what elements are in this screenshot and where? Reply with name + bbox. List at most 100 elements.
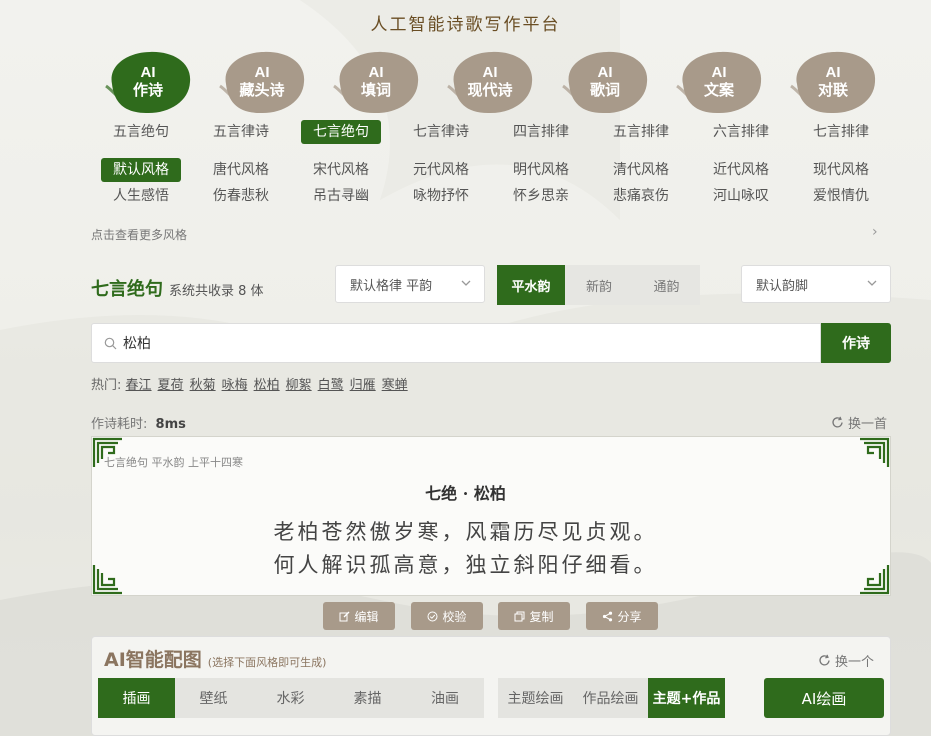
category-7[interactable]: AI 对联 — [787, 46, 879, 118]
rhyme-foot-select[interactable]: 默认韵脚 — [741, 265, 891, 303]
timing: 作诗耗时: 8ms — [91, 413, 186, 432]
timing-label: 作诗耗时: — [91, 417, 148, 432]
search-input[interactable] — [117, 334, 775, 352]
refresh-image-button[interactable]: 换一个 — [818, 651, 874, 670]
style-option[interactable]: 宋代风格 — [301, 158, 381, 182]
image-style-tab[interactable]: 插画 — [98, 678, 175, 718]
timing-value: 8ms — [155, 417, 186, 432]
form-title: 七言绝句 — [91, 279, 163, 300]
style-option[interactable]: 元代风格 — [401, 158, 481, 182]
rhyme-tab-xin[interactable]: 新韵 — [565, 265, 633, 305]
more-styles-link[interactable]: 点击查看更多风格 — [91, 226, 187, 243]
image-mode-tab[interactable]: 主题+作品 — [648, 678, 725, 718]
hot-topic-link[interactable]: 松柏 — [254, 378, 280, 393]
search-box — [91, 323, 821, 363]
form-count: 系统共收录 8 体 — [169, 284, 264, 299]
theme-option[interactable]: 咏物抒怀 — [401, 184, 481, 208]
category-label: AI 现代诗 — [467, 64, 513, 99]
edit-icon — [339, 611, 350, 621]
category-label: AI 作诗 — [132, 64, 163, 99]
form-tab[interactable]: 五言排律 — [601, 120, 681, 144]
theme-option[interactable]: 吊古寻幽 — [301, 184, 381, 208]
form-tab[interactable]: 七言绝句 — [301, 120, 381, 144]
copy-button[interactable]: 复制 — [498, 602, 570, 630]
form-tab[interactable]: 五言绝句 — [101, 120, 181, 144]
category-3[interactable]: AI 填词 — [330, 46, 422, 118]
hot-topic-link[interactable]: 咏梅 — [222, 378, 248, 393]
poem-line: 老柏苍然傲岁寒，风霜历尽见贞观。 — [273, 520, 658, 544]
hot-topic-link[interactable]: 春江 — [126, 378, 152, 393]
image-style-tab[interactable]: 壁纸 — [175, 678, 252, 718]
share-icon — [603, 611, 613, 621]
category-label: AI 藏头诗 — [239, 64, 285, 99]
meter-select[interactable]: 默认格律 平韵 — [335, 265, 485, 303]
category-2[interactable]: AI 藏头诗 — [216, 46, 308, 118]
style-option[interactable]: 近代风格 — [701, 158, 781, 182]
refresh-poem-button[interactable]: 换一首 — [831, 413, 887, 432]
image-mode-tab[interactable]: 主题绘画 — [498, 678, 573, 718]
rhyme-tab-tong[interactable]: 通韵 — [633, 265, 700, 305]
corner-ornament-icon — [860, 437, 890, 467]
style-option[interactable]: 清代风格 — [601, 158, 681, 182]
form-tab[interactable]: 五言律诗 — [201, 120, 281, 144]
site-title: 人工智能诗歌写作平台 — [370, 15, 561, 35]
ai-image-title: AI智能配图 — [104, 649, 202, 671]
category-label: AI 对联 — [817, 64, 848, 99]
search-icon — [104, 337, 117, 349]
form-tab[interactable]: 七言律诗 — [401, 120, 481, 144]
hot-topic-link[interactable]: 柳絮 — [286, 378, 312, 393]
category-label: AI 文案 — [703, 64, 734, 99]
category-4[interactable]: AI 现代诗 — [444, 46, 536, 118]
ai-image-tip: (选择下面风格即可生成) — [207, 656, 327, 669]
image-mode-tab[interactable]: 作品绘画 — [573, 678, 648, 718]
category-label: AI 歌词 — [589, 64, 620, 99]
theme-option[interactable]: 人生感悟 — [101, 184, 181, 208]
category-1[interactable]: AI 作诗 — [102, 46, 194, 118]
copy-icon — [514, 611, 525, 621]
style-option[interactable]: 唐代风格 — [201, 158, 281, 182]
category-6[interactable]: AI 文案 — [673, 46, 765, 118]
chevron-down-icon — [461, 280, 471, 286]
category-label: AI 填词 — [360, 64, 391, 99]
ai-draw-button[interactable]: AI绘画 — [764, 678, 884, 718]
chevron-down-icon — [867, 280, 877, 286]
style-option[interactable]: 默认风格 — [101, 158, 181, 182]
check-button[interactable]: 校验 — [411, 602, 483, 630]
image-mode-tabs: 主题绘画 作品绘画 主题+作品 — [498, 678, 725, 718]
hot-topic-link[interactable]: 寒蝉 — [382, 378, 408, 393]
category-5[interactable]: AI 歌词 — [559, 46, 651, 118]
rhyme-tabs: 平水韵 新韵 通韵 — [497, 265, 700, 305]
form-header: 七言绝句 系统共收录 8 体 — [91, 275, 264, 301]
hot-topics: 热门: 春江 夏荷 秋菊 咏梅 松柏 柳絮 白鹭 归雁 寒蝉 — [91, 374, 414, 393]
style-option[interactable]: 现代风格 — [801, 158, 881, 182]
hot-topic-link[interactable]: 白鹭 — [318, 378, 344, 393]
image-style-tab[interactable]: 油画 — [406, 678, 484, 718]
rhyme-tab-pingshui[interactable]: 平水韵 — [497, 265, 565, 305]
form-tab[interactable]: 四言排律 — [501, 120, 581, 144]
check-circle-icon — [427, 611, 438, 621]
refresh-icon — [832, 416, 843, 428]
theme-option[interactable]: 爱恨情仇 — [801, 184, 881, 208]
hot-label: 热门: — [91, 378, 122, 393]
image-style-tabs: 插画 壁纸 水彩 素描 油画 — [98, 678, 484, 718]
form-tab[interactable]: 七言排律 — [801, 120, 881, 144]
theme-option[interactable]: 伤春悲秋 — [201, 184, 281, 208]
image-style-tab[interactable]: 素描 — [329, 678, 406, 718]
compose-button[interactable]: 作诗 — [821, 323, 891, 363]
meter-select-value: 默认格律 平韵 — [350, 278, 433, 294]
hot-topic-link[interactable]: 夏荷 — [158, 378, 184, 393]
style-option[interactable]: 明代风格 — [501, 158, 581, 182]
theme-option[interactable]: 怀乡思亲 — [501, 184, 581, 208]
poem-title: 七绝 · 松柏 — [425, 484, 506, 503]
edit-button[interactable]: 编辑 — [323, 602, 395, 630]
hot-topic-link[interactable]: 归雁 — [350, 378, 376, 393]
poem-line: 何人解识孤高意，独立斜阳仔细看。 — [273, 553, 658, 577]
share-button[interactable]: 分享 — [586, 602, 658, 630]
chevron-right-icon[interactable]: › — [872, 224, 878, 240]
form-tab[interactable]: 六言排律 — [701, 120, 781, 144]
image-style-tab[interactable]: 水彩 — [252, 678, 329, 718]
ai-image-header: AI智能配图 (选择下面风格即可生成) — [104, 645, 326, 672]
hot-topic-link[interactable]: 秋菊 — [190, 378, 216, 393]
theme-option[interactable]: 悲痛哀伤 — [601, 184, 681, 208]
theme-option[interactable]: 河山咏叹 — [701, 184, 781, 208]
